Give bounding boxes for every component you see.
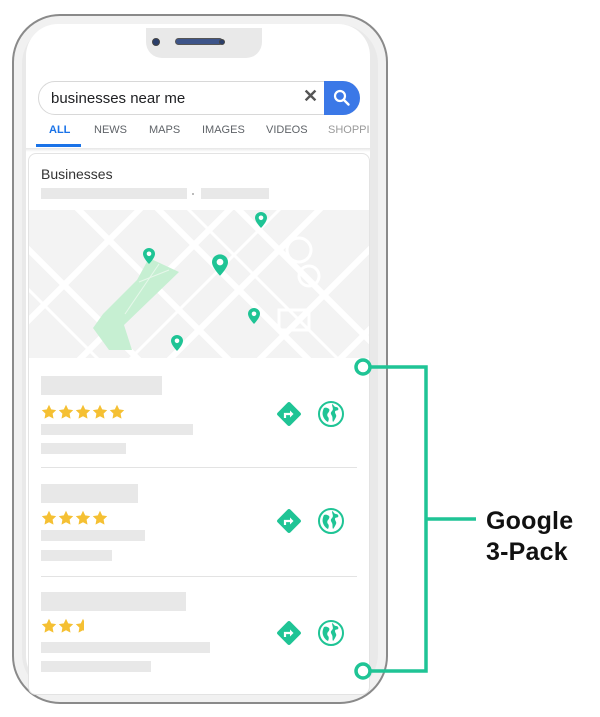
bracket-top-dot <box>354 358 372 376</box>
annotation-line-2: 3-Pack <box>486 538 568 566</box>
bracket-line <box>370 365 428 673</box>
annotation-line-1: Google <box>486 507 574 535</box>
bracket-annotation <box>354 358 476 680</box>
bracket-bottom-dot <box>354 662 372 680</box>
annotation-label: Google 3-Pack <box>486 506 573 568</box>
